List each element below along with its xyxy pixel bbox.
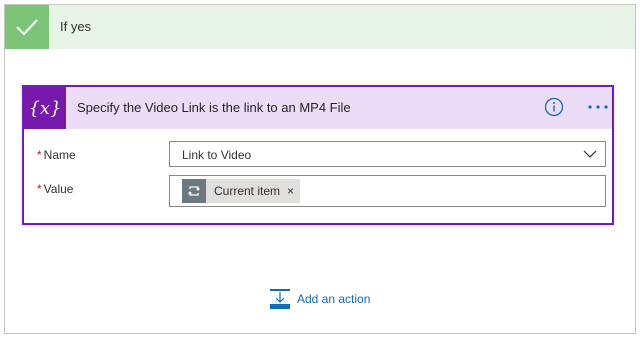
if-yes-branch: If yes {x} Specify the Video Link is the… [4,4,636,334]
action-title: Specify the Video Link is the link to an… [77,100,351,115]
check-icon [5,5,49,49]
add-action-button[interactable]: Add an action [269,288,370,310]
value-input[interactable]: Current item × [169,175,606,207]
set-variable-action-card: {x} Specify the Video Link is the link t… [22,85,614,225]
name-label: * Name [37,148,76,162]
info-icon[interactable] [544,97,564,117]
value-label: * Value [37,182,73,196]
ellipsis-icon[interactable] [586,97,610,117]
add-action-icon [270,289,290,309]
chevron-down-icon [583,150,597,158]
value-label-text: Value [43,182,74,196]
action-card-header[interactable]: {x} Specify the Video Link is the link t… [24,87,612,129]
remove-token-icon[interactable]: × [285,179,300,203]
add-action-label: Add an action [297,292,371,306]
required-mark: * [37,182,42,196]
dynamic-content-token[interactable]: Current item × [182,179,301,203]
loop-icon [182,179,206,203]
name-dropdown-value: Link to Video [182,148,252,162]
variable-icon: {x} [24,87,66,129]
name-label-text: Name [43,148,76,162]
name-dropdown[interactable]: Link to Video [169,141,606,167]
token-label: Current item [214,184,281,198]
branch-title: If yes [60,19,92,34]
required-mark: * [37,148,42,162]
branch-header[interactable]: If yes [5,5,635,49]
